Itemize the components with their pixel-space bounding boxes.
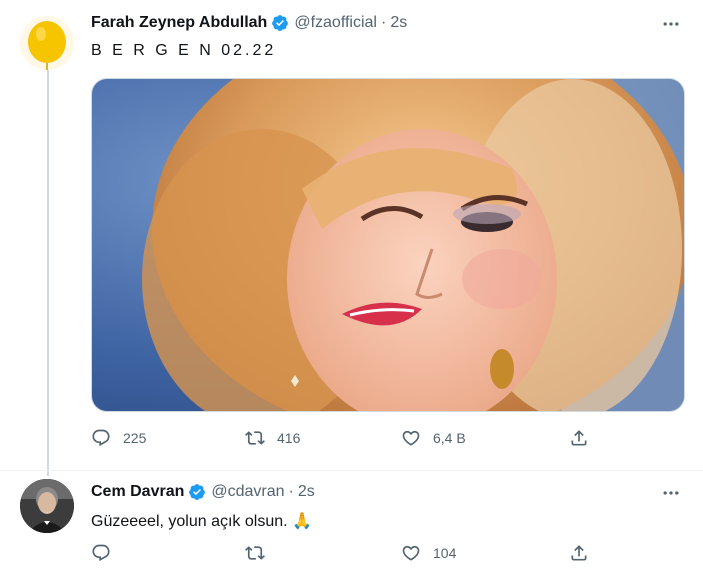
more-options-button[interactable]: [659, 12, 683, 36]
timestamp[interactable]: 2s: [298, 483, 315, 501]
tweet-action-bar: 225 416 6,4 B: [91, 428, 591, 450]
tweet-text: Güzeeeel, yolun açık olsun. 🙏: [91, 511, 312, 531]
profile-photo-icon: [20, 479, 74, 533]
like-count: 104: [433, 545, 457, 561]
author-handle[interactable]: @cdavran: [211, 483, 284, 501]
heart-icon: [402, 545, 420, 561]
retweet-button[interactable]: [245, 543, 277, 563]
reply-icon: [92, 544, 110, 562]
tweet-fzaofficial[interactable]: Farah Zeynep Abdullah @fzaofficial · 2s …: [0, 0, 703, 468]
author-handle[interactable]: @fzaofficial: [294, 14, 377, 32]
retweet-count: 416: [277, 430, 301, 446]
reply-button[interactable]: [91, 543, 123, 563]
avatar[interactable]: [20, 16, 74, 70]
tweet-action-bar: 104: [91, 543, 591, 565]
retweet-button[interactable]: 416: [245, 428, 300, 448]
like-count: 6,4 B: [433, 430, 466, 446]
verified-badge-icon: [272, 15, 289, 31]
more-options-button[interactable]: [659, 481, 683, 505]
author-name[interactable]: Farah Zeynep Abdullah: [91, 14, 267, 32]
reply-icon: [92, 429, 110, 447]
share-button[interactable]: [569, 543, 589, 563]
share-icon: [571, 430, 587, 446]
more-dots-icon: [663, 22, 679, 26]
like-button[interactable]: 104: [401, 543, 456, 563]
separator-dot: ·: [288, 483, 294, 500]
like-button[interactable]: 6,4 B: [401, 428, 466, 448]
tweet-header: Farah Zeynep Abdullah @fzaofficial · 2s: [91, 14, 407, 32]
portrait-photo-image: [92, 79, 684, 411]
reply-count: 225: [123, 430, 147, 446]
tweet-header: Cem Davran @cdavran · 2s: [91, 483, 315, 501]
tweet-text-body: Güzeeeel, yolun açık olsun.: [91, 513, 288, 530]
tweet-text: B E R G E N 02.22: [91, 42, 277, 59]
reply-button[interactable]: 225: [91, 428, 146, 448]
verified-badge-icon: [189, 484, 206, 500]
timestamp[interactable]: 2s: [390, 14, 407, 32]
heart-icon: [402, 430, 420, 446]
more-dots-icon: [663, 491, 679, 495]
retweet-icon: [245, 546, 265, 560]
share-icon: [571, 545, 587, 561]
tweet-photo[interactable]: [91, 78, 685, 412]
folded-hands-emoji: 🙏: [292, 513, 312, 530]
author-name[interactable]: Cem Davran: [91, 483, 184, 501]
separator-dot: ·: [380, 14, 387, 31]
share-button[interactable]: [569, 428, 589, 448]
yellow-balloon-icon: [20, 16, 74, 70]
retweet-icon: [245, 431, 265, 445]
avatar[interactable]: [20, 479, 74, 533]
